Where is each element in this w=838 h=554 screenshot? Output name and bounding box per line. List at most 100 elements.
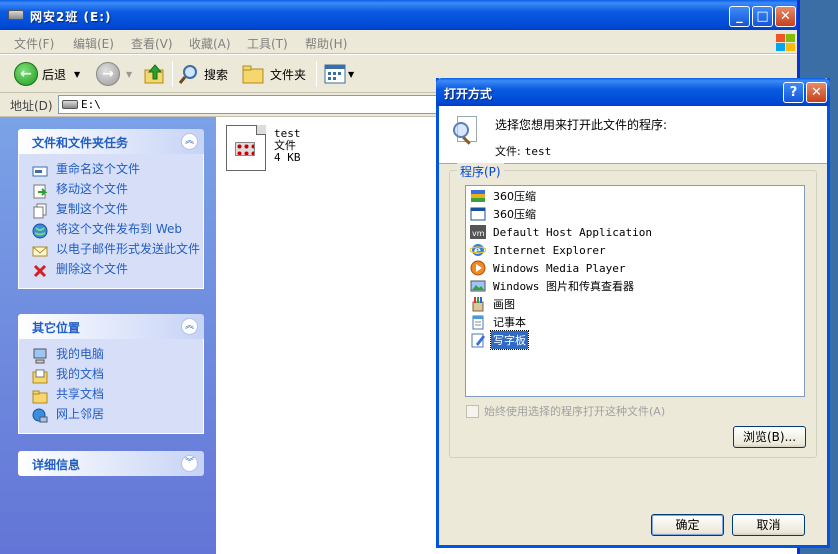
cancel-button[interactable]: 取消 — [732, 514, 805, 536]
views-button[interactable]: ▼ — [324, 60, 354, 88]
file-tasks-panel: 文件和文件夹任务 ︽ 重命名这个文件 移动这个文件 复制这个文件 将这个文件发布… — [18, 129, 204, 289]
explorer-titlebar[interactable]: 网安2班 (E:) _ □ ✕ — [0, 0, 797, 30]
browse-button[interactable]: 浏览(B)... — [733, 426, 806, 448]
other-places-header[interactable]: 其它位置 ︽ — [18, 314, 204, 339]
task-label: 以电子邮件形式发送此文件 — [56, 242, 201, 256]
place-label: 我的电脑 — [56, 347, 105, 361]
menubar: 文件(F) 编辑(E) 查看(V) 收藏(A) 工具(T) 帮助(H) — [0, 30, 797, 54]
file-test-icon[interactable] — [226, 125, 266, 171]
place-label: 我的文档 — [56, 367, 105, 381]
back-label: 后退 — [42, 67, 67, 82]
program-item-360-archive-alt[interactable]: 360压缩 — [470, 205, 538, 223]
menu-edit[interactable]: 编辑(E) — [73, 35, 114, 52]
views-icon — [324, 64, 346, 84]
place-shared-documents[interactable]: 共享文档 — [19, 385, 203, 405]
ok-button[interactable]: 确定 — [651, 514, 724, 536]
menu-file[interactable]: 文件(F) — [14, 35, 54, 52]
program-item-default-host[interactable]: vm Default Host Application — [470, 223, 654, 241]
notepad-icon — [472, 315, 484, 330]
menu-tools[interactable]: 工具(T) — [247, 35, 288, 52]
maximize-button[interactable]: □ — [752, 6, 773, 27]
place-label: 网上邻居 — [56, 407, 105, 421]
dialog-close-button[interactable]: ✕ — [806, 82, 827, 103]
file-tasks-header[interactable]: 文件和文件夹任务 ︽ — [18, 129, 204, 154]
program-item-360-archive[interactable]: 360压缩 — [470, 187, 538, 205]
place-my-documents[interactable]: 我的文档 — [19, 365, 203, 385]
paint-icon — [472, 297, 484, 312]
program-item-media-player[interactable]: Windows Media Player — [470, 259, 627, 277]
always-use-checkbox-row[interactable]: 始终使用选择的程序打开这种文件(A) — [466, 403, 665, 419]
programs-label: 程序(P) — [457, 163, 504, 180]
help-button[interactable]: ? — [783, 82, 804, 103]
window-title: 网安2班 (E:) — [30, 10, 112, 24]
folders-icon — [242, 65, 264, 84]
program-item-paint[interactable]: 画图 — [470, 295, 517, 313]
program-label: Windows 图片和传真查看器 — [493, 280, 634, 293]
rename-icon — [32, 166, 48, 177]
menu-help[interactable]: 帮助(H) — [305, 35, 347, 52]
folders-label: 文件夹 — [270, 67, 307, 82]
task-publish-web[interactable]: 将这个文件发布到 Web — [19, 220, 203, 240]
menu-view[interactable]: 查看(V) — [131, 35, 173, 52]
file-tasks-title: 文件和文件夹任务 — [32, 136, 129, 150]
task-move[interactable]: 移动这个文件 — [19, 180, 203, 200]
details-panel: 详细信息 ︾ — [18, 451, 204, 476]
search-icon — [178, 65, 197, 84]
task-rename[interactable]: 重命名这个文件 — [19, 160, 203, 180]
collapse-icon[interactable]: ︽ — [181, 318, 198, 335]
program-label: 画图 — [493, 298, 515, 311]
task-pane: 文件和文件夹任务 ︽ 重命名这个文件 移动这个文件 复制这个文件 将这个文件发布… — [0, 117, 216, 554]
dialog-titlebar[interactable]: 打开方式 ? ✕ — [436, 78, 830, 106]
task-label: 重命名这个文件 — [56, 162, 141, 176]
menu-favorites[interactable]: 收藏(A) — [189, 35, 231, 52]
place-network[interactable]: 网上邻居 — [19, 405, 203, 425]
search-button[interactable]: 搜索 — [178, 60, 228, 88]
address-value: E:\ — [81, 98, 101, 111]
drive-icon — [62, 100, 78, 109]
copy-icon — [33, 203, 47, 219]
close-button[interactable]: ✕ — [775, 6, 796, 27]
file-test-details[interactable]: test 文件 4 KB — [274, 128, 301, 164]
picture-viewer-icon — [470, 280, 486, 292]
programs-group: 程序(P) 360压缩 360压缩 vm Default Host Applic… — [449, 163, 817, 458]
task-delete[interactable]: 删除这个文件 — [19, 260, 203, 280]
program-label: Internet Explorer — [493, 243, 606, 257]
program-item-internet-explorer[interactable]: e Internet Explorer — [470, 241, 608, 259]
svg-text:vm: vm — [472, 229, 485, 238]
task-copy[interactable]: 复制这个文件 — [19, 200, 203, 220]
program-item-picture-viewer[interactable]: Windows 图片和传真查看器 — [470, 277, 636, 295]
forward-button[interactable]: → ▼ — [96, 60, 132, 88]
program-item-wordpad[interactable]: 写字板 — [470, 330, 529, 350]
file-name: test — [524, 145, 552, 158]
drive-icon — [8, 10, 24, 20]
documents-folder-icon — [32, 369, 48, 384]
task-label: 移动这个文件 — [56, 182, 129, 196]
move-icon — [33, 184, 48, 199]
task-email[interactable]: 以电子邮件形式发送此文件 — [19, 240, 203, 260]
up-folder-icon — [144, 64, 164, 84]
dialog-title: 打开方式 — [444, 87, 493, 101]
always-use-checkbox[interactable] — [466, 404, 479, 418]
archive-stack-icon — [471, 190, 485, 202]
internet-explorer-icon: e — [470, 244, 486, 257]
minimize-button[interactable]: _ — [729, 6, 750, 27]
program-label: 360压缩 — [493, 208, 536, 221]
programs-list[interactable]: 360压缩 360压缩 vm Default Host Application … — [465, 185, 805, 397]
program-item-notepad[interactable]: 记事本 — [470, 313, 528, 331]
details-title: 详细信息 — [32, 458, 81, 472]
details-header[interactable]: 详细信息 ︾ — [18, 451, 204, 476]
place-my-computer[interactable]: 我的电脑 — [19, 345, 203, 365]
folders-button[interactable]: 文件夹 — [242, 60, 306, 88]
program-label: Windows Media Player — [493, 261, 626, 275]
svg-text:e: e — [474, 244, 481, 257]
up-folder-button[interactable] — [144, 60, 166, 88]
windows-logo-icon — [770, 32, 802, 52]
back-button[interactable]: ← 后退 ▼ — [14, 60, 80, 88]
dropdown-arrow-icon: ▼ — [126, 69, 133, 79]
address-input[interactable]: E:\ — [58, 95, 458, 114]
collapse-icon[interactable]: ︽ — [181, 133, 198, 150]
window-icon — [470, 207, 486, 221]
program-label: 记事本 — [493, 316, 526, 329]
dropdown-arrow-icon: ▼ — [348, 69, 355, 79]
expand-icon[interactable]: ︾ — [181, 455, 198, 472]
